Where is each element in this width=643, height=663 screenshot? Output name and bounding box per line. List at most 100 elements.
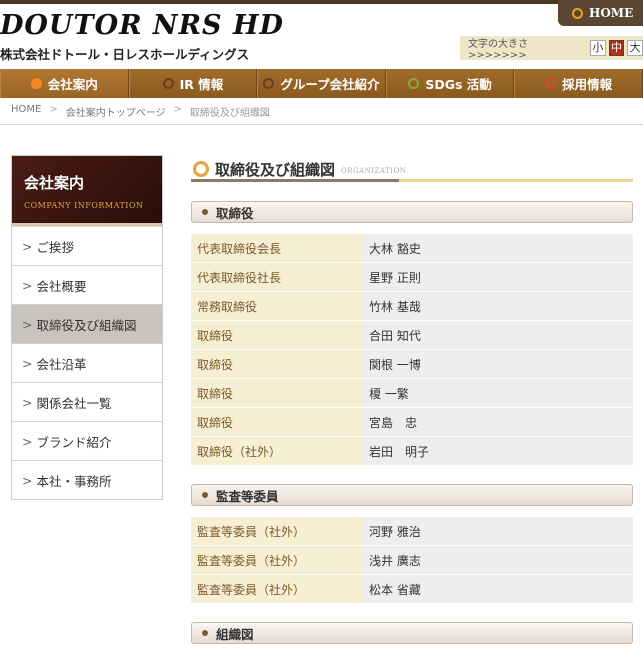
role-cell: 取締役 bbox=[191, 379, 363, 407]
top-bar bbox=[0, 0, 643, 4]
chevron-right-icon: > bbox=[22, 394, 33, 410]
page-title-sub: ORGANIZATION bbox=[341, 166, 407, 175]
sidebar-item-brands[interactable]: > ブランド紹介 bbox=[12, 421, 162, 460]
sidebar-header: 会社案内 COMPANY INFORMATION bbox=[12, 156, 162, 226]
role-cell: 常務取締役 bbox=[191, 292, 363, 320]
name-cell: 竹林 基哉 bbox=[363, 292, 633, 320]
table-row: 代表取締役会長 大林 豁史 bbox=[191, 234, 633, 262]
breadcrumb-company-link[interactable]: 会社案内トップページ bbox=[66, 104, 166, 119]
nav-dot-icon bbox=[408, 78, 420, 89]
name-cell: 大林 豁史 bbox=[363, 234, 633, 262]
role-cell: 取締役（社外） bbox=[191, 437, 363, 465]
nav-dot-icon bbox=[263, 78, 275, 89]
font-size-large-button[interactable]: 大 bbox=[627, 40, 643, 56]
role-cell: 取締役 bbox=[191, 408, 363, 436]
nav-item-group[interactable]: グループ会社紹介 bbox=[257, 69, 386, 98]
home-ring-icon bbox=[572, 7, 583, 19]
bullet-icon bbox=[202, 492, 208, 498]
company-logo[interactable]: DOUTOR NRS HD 株式会社ドトール・日レスホールディングス bbox=[0, 8, 283, 64]
section-heading-label: 取締役 bbox=[216, 205, 254, 221]
nav-item-company[interactable]: 会社案内 bbox=[0, 69, 129, 98]
breadcrumb-current: 取締役及び組織図 bbox=[189, 108, 270, 119]
sidebar-item-greeting[interactable]: > ご挨拶 bbox=[12, 226, 162, 265]
role-cell: 監査等委員（社外） bbox=[191, 546, 363, 574]
table-row: 監査等委員（社外） 松本 省藏 bbox=[191, 575, 633, 603]
nav-item-label: 会社案内 bbox=[47, 77, 98, 92]
sidebar-item-label: 関係会社一覧 bbox=[36, 395, 112, 411]
sidebar-subtitle: COMPANY INFORMATION bbox=[24, 201, 144, 210]
logo-company-name: 株式会社ドトール・日レスホールディングス bbox=[0, 47, 250, 62]
title-underline-accent bbox=[191, 179, 399, 182]
audit-table: 監査等委員（社外） 河野 雅治 監査等委員（社外） 浅井 廣志 監査等委員（社外）松… bbox=[191, 516, 633, 604]
breadcrumb: HOME > 会社案内トップページ > 取締役及び組織図 bbox=[11, 104, 270, 119]
nav-item-label: IR 情報 bbox=[179, 77, 224, 92]
sidebar-item-label: ご挨拶 bbox=[36, 239, 74, 255]
nav-item-recruit[interactable]: 採用情報 bbox=[514, 69, 643, 98]
role-cell: 代表取締役社長 bbox=[191, 263, 363, 291]
role-cell: 代表取締役会長 bbox=[191, 234, 363, 262]
section-heading-directors: 取締役 bbox=[191, 201, 633, 223]
directors-table: 代表取締役会長 大林 豁史 代表取締役社長 星野 正則 常務取締役 竹林 基哉 取締役… bbox=[191, 233, 633, 466]
nav-dot-icon bbox=[162, 78, 174, 89]
sidebar-item-history[interactable]: > 会社沿革 bbox=[12, 343, 162, 382]
chevron-right-icon: > bbox=[22, 316, 33, 332]
sidebar-item-directors[interactable]: > 取締役及び組織図 bbox=[12, 304, 162, 343]
sidebar-item-offices[interactable]: > 本社・事務所 bbox=[12, 460, 162, 499]
sidebar-item-label: 本社・事務所 bbox=[36, 473, 112, 489]
chevron-right-icon: > bbox=[22, 433, 33, 449]
nav-item-ir[interactable]: IR 情報 bbox=[128, 69, 258, 98]
chevron-right-icon: > bbox=[22, 355, 33, 371]
nav-item-label: 採用情報 bbox=[562, 77, 613, 92]
table-row: 取締役（社外） 岩田 明子 bbox=[191, 437, 633, 465]
font-size-small-button[interactable]: 小 bbox=[589, 40, 606, 56]
chevron-right-icon: > bbox=[22, 472, 33, 488]
logo-wordmark: DOUTOR NRS HD bbox=[0, 10, 284, 41]
name-cell: 浅井 廣志 bbox=[363, 546, 633, 574]
table-row: 取締役 関根 一博 bbox=[191, 350, 633, 378]
name-cell: 松本 省藏 bbox=[363, 575, 633, 603]
table-row: 監査等委員（社外） 河野 雅治 bbox=[191, 517, 633, 545]
table-row: 取締役榎 一繁 bbox=[191, 379, 633, 407]
name-cell: 榎 一繁 bbox=[363, 379, 633, 407]
main-nav: 会社案内 IR 情報 グループ会社紹介 SDGs 活動 採用情報 bbox=[0, 69, 643, 98]
name-cell: 合田 知代 bbox=[363, 321, 633, 349]
table-row: 常務取締役 竹林 基哉 bbox=[191, 292, 633, 320]
sidebar-item-affiliates[interactable]: > 関係会社一覧 bbox=[12, 382, 162, 421]
page-title-text: 取締役及び組織図 bbox=[215, 160, 336, 179]
breadcrumb-separator: > bbox=[173, 104, 182, 115]
name-cell: 河野 雅治 bbox=[363, 517, 633, 545]
table-row: 監査等委員（社外） 浅井 廣志 bbox=[191, 546, 633, 574]
title-ring-icon bbox=[193, 161, 209, 177]
table-row: 取締役 宮島 忠 bbox=[191, 408, 633, 436]
breadcrumb-home-link[interactable]: HOME bbox=[11, 104, 41, 119]
nav-item-sdgs[interactable]: SDGs 活動 bbox=[385, 69, 515, 98]
sidebar-item-overview[interactable]: > 会社概要 bbox=[12, 265, 162, 304]
section-heading-label: 監査等委員 bbox=[216, 488, 279, 504]
name-cell: 岩田 明子 bbox=[363, 437, 633, 465]
font-size-switcher: 文字の大きさ >>>>>>> 小 中 大 bbox=[460, 36, 643, 61]
role-cell: 取締役 bbox=[191, 350, 363, 378]
breadcrumb-divider bbox=[0, 124, 643, 125]
sidebar-item-label: ブランド紹介 bbox=[36, 434, 112, 450]
role-cell: 監査等委員（社外） bbox=[191, 575, 363, 603]
role-cell: 監査等委員（社外） bbox=[191, 517, 363, 545]
font-size-medium-button[interactable]: 中 bbox=[608, 40, 625, 56]
bullet-icon bbox=[202, 209, 208, 215]
table-row: 代表取締役社長 星野 正則 bbox=[191, 263, 633, 291]
sidebar-title: 会社案内 bbox=[24, 174, 85, 192]
role-cell: 取締役 bbox=[191, 321, 363, 349]
breadcrumb-separator: > bbox=[49, 104, 58, 115]
home-label: HOME bbox=[589, 6, 634, 20]
name-cell: 宮島 忠 bbox=[363, 408, 633, 436]
sidebar: 会社案内 COMPANY INFORMATION > ご挨拶 > 会社概要 > … bbox=[11, 155, 163, 500]
font-size-label: 文字の大きさ >>>>>>> bbox=[468, 39, 528, 61]
sidebar-item-label: 会社沿革 bbox=[36, 356, 87, 372]
nav-item-label: SDGs 活動 bbox=[425, 77, 492, 92]
section-heading-audit: 監査等委員 bbox=[191, 484, 633, 506]
section-heading-org-chart: 組織図 bbox=[191, 622, 633, 644]
name-cell: 星野 正則 bbox=[363, 263, 633, 291]
page-title: 取締役及び組織図 ORGANIZATION bbox=[191, 155, 633, 183]
chevron-right-icon: > bbox=[22, 277, 33, 293]
bullet-icon bbox=[202, 630, 208, 636]
home-button[interactable]: HOME bbox=[558, 0, 643, 26]
